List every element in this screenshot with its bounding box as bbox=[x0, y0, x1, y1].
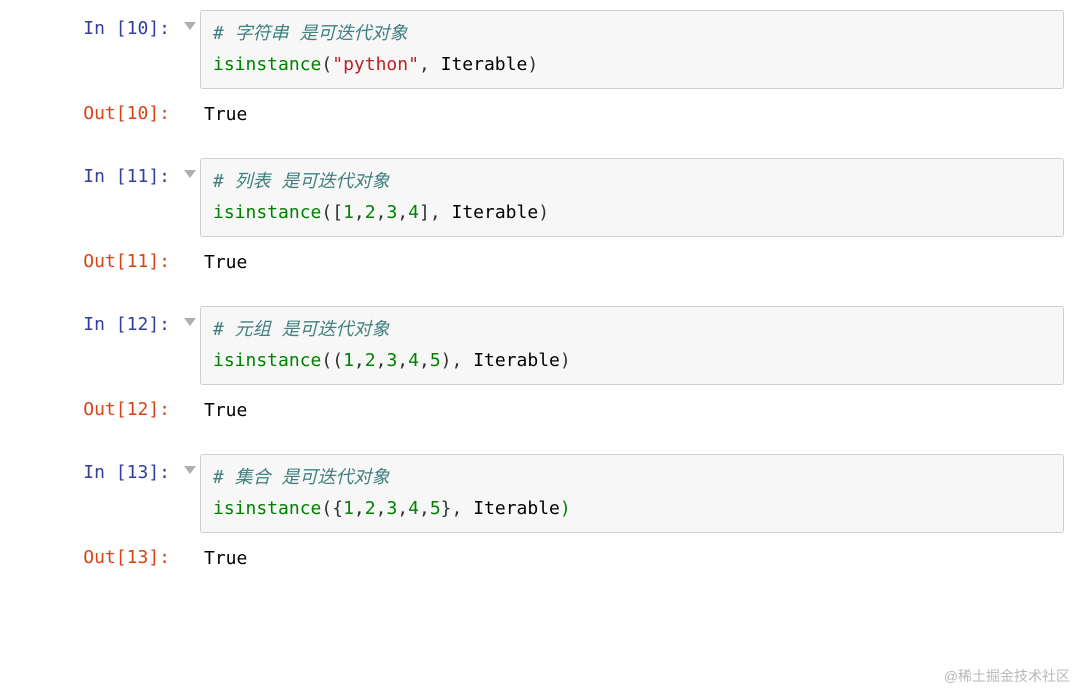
code-identifier: Iterable bbox=[473, 350, 560, 371]
code-function: isinstance bbox=[213, 498, 321, 519]
output-prompt: Out[11]: bbox=[20, 243, 180, 272]
notebook-cell: In [13]: # 集合 是可迭代对象 isinstance({1,2,3,4… bbox=[20, 454, 1064, 574]
notebook-cell: In [12]: # 元组 是可迭代对象 isinstance((1,2,3,4… bbox=[20, 306, 1064, 426]
code-punct: , bbox=[354, 350, 365, 371]
code-punct: ( bbox=[321, 498, 332, 519]
code-punct: , bbox=[419, 54, 441, 75]
code-punct: , bbox=[419, 498, 430, 519]
code-function: isinstance bbox=[213, 54, 321, 75]
output-value: True bbox=[200, 539, 1064, 574]
code-punct: , bbox=[419, 350, 430, 371]
code-punct: , bbox=[354, 498, 365, 519]
code-punct: , bbox=[376, 498, 387, 519]
code-punct: ( bbox=[321, 202, 332, 223]
code-function: isinstance bbox=[213, 350, 321, 371]
code-punct: , bbox=[397, 498, 408, 519]
code-punct: [ bbox=[332, 202, 343, 223]
code-punct: ] bbox=[419, 202, 430, 223]
input-prompt: In [10]: bbox=[20, 10, 180, 39]
code-number: 4 bbox=[408, 498, 419, 519]
code-punct: } bbox=[441, 498, 452, 519]
chevron-down-icon bbox=[184, 318, 196, 326]
watermark-text: @稀土掘金技术社区 bbox=[944, 666, 1070, 686]
code-punct: ( bbox=[321, 350, 332, 371]
code-input[interactable]: # 列表 是可迭代对象 isinstance([1,2,3,4], Iterab… bbox=[200, 158, 1064, 237]
code-identifier: Iterable bbox=[473, 498, 560, 519]
code-comment: # 字符串 是可迭代对象 bbox=[213, 23, 408, 44]
collapse-toggle[interactable] bbox=[180, 306, 200, 326]
output-value: True bbox=[200, 243, 1064, 278]
code-punct: , bbox=[397, 202, 408, 223]
code-string: "python" bbox=[332, 54, 419, 75]
code-punct: ) bbox=[560, 350, 571, 371]
input-prompt: In [11]: bbox=[20, 158, 180, 187]
output-value: True bbox=[200, 95, 1064, 130]
output-value: True bbox=[200, 391, 1064, 426]
chevron-down-icon bbox=[184, 22, 196, 30]
code-comment: # 元组 是可迭代对象 bbox=[213, 319, 390, 340]
code-number: 4 bbox=[408, 202, 419, 223]
output-prompt: Out[13]: bbox=[20, 539, 180, 568]
notebook-cell: In [11]: # 列表 是可迭代对象 isinstance([1,2,3,4… bbox=[20, 158, 1064, 278]
code-number: 1 bbox=[343, 498, 354, 519]
code-punct: ) bbox=[560, 498, 571, 519]
code-comment: # 列表 是可迭代对象 bbox=[213, 171, 390, 192]
code-punct: , bbox=[354, 202, 365, 223]
code-function: isinstance bbox=[213, 202, 321, 223]
code-number: 3 bbox=[386, 350, 397, 371]
code-number: 5 bbox=[430, 350, 441, 371]
collapse-toggle[interactable] bbox=[180, 454, 200, 474]
code-input[interactable]: # 字符串 是可迭代对象 isinstance("python", Iterab… bbox=[200, 10, 1064, 89]
code-punct: , bbox=[376, 350, 387, 371]
code-punct: , bbox=[430, 202, 452, 223]
code-number: 5 bbox=[430, 498, 441, 519]
code-punct: ) bbox=[538, 202, 549, 223]
code-punct: { bbox=[332, 498, 343, 519]
collapse-toggle[interactable] bbox=[180, 10, 200, 30]
code-punct: ) bbox=[527, 54, 538, 75]
code-punct: ) bbox=[441, 350, 452, 371]
code-number: 4 bbox=[408, 350, 419, 371]
notebook-cell: In [10]: # 字符串 是可迭代对象 isinstance("python… bbox=[20, 10, 1064, 130]
output-prompt: Out[10]: bbox=[20, 95, 180, 124]
code-punct: , bbox=[452, 350, 474, 371]
code-punct: , bbox=[376, 202, 387, 223]
code-number: 2 bbox=[365, 350, 376, 371]
collapse-toggle[interactable] bbox=[180, 158, 200, 178]
code-number: 3 bbox=[386, 202, 397, 223]
code-number: 3 bbox=[386, 498, 397, 519]
output-prompt: Out[12]: bbox=[20, 391, 180, 420]
code-input[interactable]: # 集合 是可迭代对象 isinstance({1,2,3,4,5}, Iter… bbox=[200, 454, 1064, 533]
chevron-down-icon bbox=[184, 466, 196, 474]
code-number: 1 bbox=[343, 202, 354, 223]
code-punct: , bbox=[397, 350, 408, 371]
code-punct: ( bbox=[321, 54, 332, 75]
code-identifier: Iterable bbox=[441, 54, 528, 75]
code-input[interactable]: # 元组 是可迭代对象 isinstance((1,2,3,4,5), Iter… bbox=[200, 306, 1064, 385]
code-number: 2 bbox=[365, 498, 376, 519]
code-number: 2 bbox=[365, 202, 376, 223]
code-punct: ( bbox=[332, 350, 343, 371]
input-prompt: In [12]: bbox=[20, 306, 180, 335]
code-comment: # 集合 是可迭代对象 bbox=[213, 467, 390, 488]
code-number: 1 bbox=[343, 350, 354, 371]
code-identifier: Iterable bbox=[452, 202, 539, 223]
code-punct: , bbox=[452, 498, 474, 519]
input-prompt: In [13]: bbox=[20, 454, 180, 483]
chevron-down-icon bbox=[184, 170, 196, 178]
